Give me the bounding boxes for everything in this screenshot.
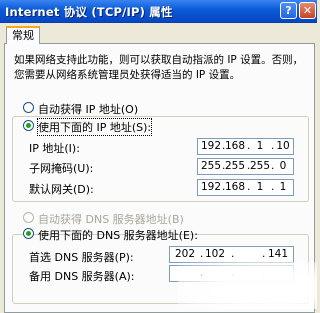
manual-ip-label: 使用下面的 IP 地址(S): (36, 118, 153, 136)
ip-address-label: IP 地址(I): (29, 142, 80, 155)
tab-general[interactable]: 常规 (6, 26, 40, 44)
dns-octet: 141 (267, 248, 289, 260)
default-gateway-label: 默认网关(D): (29, 183, 94, 196)
auto-ip-label: 自动获得 IP 地址(O) (38, 103, 139, 116)
preferred-dns-field[interactable]: 202 . 102 . . 141 (169, 246, 294, 263)
ip-octet: 0 (279, 160, 287, 172)
alternate-dns-label: 备用 DNS 服务器(A): (29, 270, 135, 283)
auto-dns-radio[interactable] (23, 212, 34, 223)
ip-octet: 10 (276, 140, 290, 152)
ip-octet: 255 (225, 160, 246, 172)
ip-octet: 192 (201, 140, 222, 152)
default-gateway-field[interactable]: 192 . 168 . 1 . 1 (197, 179, 294, 196)
ip-octet: 255 (250, 160, 271, 172)
manual-ip-radio[interactable] (23, 120, 34, 131)
washed-out-area (178, 262, 317, 309)
subnet-mask-label: 子网掩码(U): (29, 162, 94, 175)
preferred-dns-label: 首选 DNS 服务器(P): (29, 251, 134, 264)
ip-octet: 255 (201, 160, 222, 172)
title-bar[interactable]: Internet 协议 (TCP/IP) 属性 ? ✕ (0, 0, 317, 23)
ip-octet: 168 (225, 140, 246, 152)
description-text: 如果网络支持此功能，则可以获取自动指派的 IP 设置。否则，您需要从网络系统管理… (14, 54, 304, 81)
subnet-mask-field[interactable]: 255 . 255 . 255 . 0 (197, 158, 294, 175)
auto-ip-radio[interactable] (23, 102, 34, 113)
auto-dns-label: 自动获得 DNS 服务器地址(B) (38, 213, 184, 226)
close-icon: ✕ (302, 4, 313, 17)
dns-octet: 102 (204, 248, 226, 260)
close-button[interactable]: ✕ (299, 2, 316, 19)
manual-dns-option[interactable]: 使用下面的 DNS 服务器地址(E): (23, 227, 198, 242)
manual-dns-label: 使用下面的 DNS 服务器地址(E): (38, 229, 198, 242)
ip-octet: 1 (279, 181, 287, 193)
ip-octet: 168 (225, 181, 246, 193)
ip-octet: 1 (256, 181, 264, 193)
ip-address-field[interactable]: 192 . 168 . 1 . 10 (197, 138, 294, 155)
manual-ip-option[interactable]: 使用下面的 IP 地址(S): (23, 118, 153, 136)
manual-dns-radio[interactable] (23, 228, 34, 239)
help-button[interactable]: ? (280, 2, 297, 19)
help-icon: ? (285, 4, 292, 17)
window-title: Internet 协议 (TCP/IP) 属性 (5, 5, 173, 19)
dns-octet: 202 (174, 248, 196, 260)
ip-octet: 192 (201, 181, 222, 193)
ip-octet: 1 (256, 140, 264, 152)
